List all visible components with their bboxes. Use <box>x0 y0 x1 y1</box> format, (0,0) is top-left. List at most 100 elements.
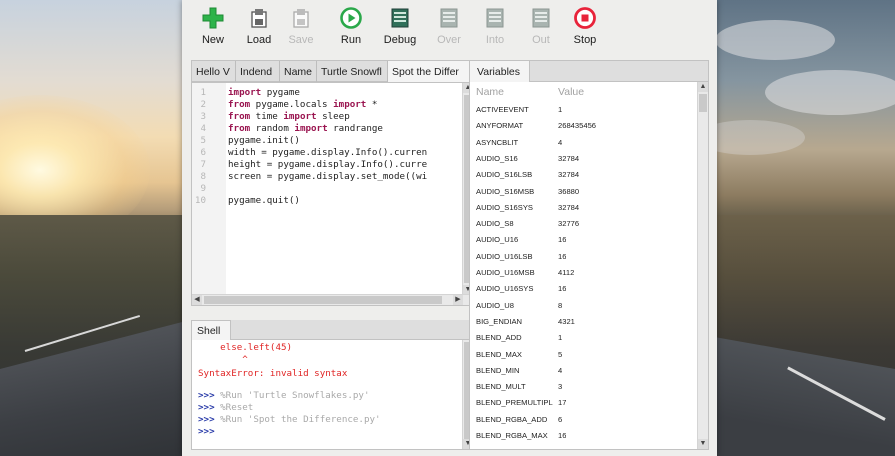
variable-row[interactable]: BIG_ENDIAN 4321 <box>470 314 700 330</box>
variable-row[interactable]: BLEND_PREMULTIPL 17 <box>470 395 700 411</box>
shell-command: %Run 'Spot the Difference.py' <box>214 414 381 425</box>
column-header-value[interactable]: Value <box>558 82 584 102</box>
variable-row[interactable]: BLEND_RGBA_MAX 16 <box>470 428 700 444</box>
load-icon <box>251 9 267 28</box>
variable-row[interactable]: AUDIO_S16MSB 36880 <box>470 184 700 200</box>
shell-error-message: SyntaxError: invalid syntax <box>198 368 348 379</box>
variable-value: 32784 <box>558 170 580 180</box>
variable-name: AUDIO_U16SYS <box>476 284 534 294</box>
editor-horizontal-scrollbar[interactable]: ◀ ▶ <box>192 294 473 305</box>
variable-row[interactable]: BLEND_ADD 1 <box>470 330 700 346</box>
variable-row[interactable]: AUDIO_U16 16 <box>470 232 700 248</box>
step-over-button[interactable]: Over <box>426 7 472 46</box>
tab-spot-the-difference[interactable]: Spot the Differ <box>388 61 474 82</box>
code-line: 3 from time import sleep <box>192 111 432 123</box>
scroll-right-arrow-icon[interactable]: ▶ <box>453 295 463 305</box>
save-button[interactable]: Save <box>278 7 324 46</box>
variable-row[interactable]: ASYNCBLIT 4 <box>470 135 700 151</box>
step-out-label: Out <box>532 34 550 46</box>
variable-row[interactable]: BLEND_MIN 4 <box>470 363 700 379</box>
variable-value: 16 <box>558 251 567 261</box>
variable-row[interactable]: BLEND_MAX 5 <box>470 347 700 363</box>
variable-value: 32776 <box>558 219 580 229</box>
variable-name: BLEND_ADD <box>476 333 522 343</box>
variable-value: 6 <box>558 414 563 424</box>
variable-row[interactable]: AUDIO_U8 8 <box>470 298 700 314</box>
code-line: 5 pygame.init() <box>192 135 432 147</box>
variable-row[interactable]: BLEND_MULT 3 <box>470 379 700 395</box>
variable-name: BLEND_RGBA_MAX <box>476 431 548 440</box>
code-text: pygame.locals <box>250 99 334 110</box>
variable-name: AUDIO_U16MSB <box>476 268 535 277</box>
variable-row[interactable]: AUDIO_S16SYS 32784 <box>470 200 700 216</box>
variable-row[interactable]: ACTIVEEVENT 1 <box>470 102 700 118</box>
variable-row[interactable]: AUDIO_U16MSB 4112 <box>470 265 700 281</box>
variable-name: AUDIO_S16LSB <box>476 170 533 180</box>
tab-indend[interactable]: Indend <box>236 61 280 82</box>
keyword: import <box>294 123 328 134</box>
scroll-down-arrow-icon[interactable]: ▼ <box>698 439 708 449</box>
variable-value: 4112 <box>558 268 575 277</box>
variable-name: BLEND_MULT <box>476 382 526 392</box>
load-button[interactable]: Load <box>236 7 282 46</box>
tab-name[interactable]: Name <box>280 61 317 82</box>
variable-name: AUDIO_S16MSB <box>476 186 535 196</box>
variable-row[interactable]: AUDIO_S16LSB 32784 <box>470 167 700 183</box>
variable-value: 32784 <box>558 202 580 212</box>
scroll-thumb[interactable] <box>699 94 707 112</box>
code-text: pygame.quit() <box>228 195 300 206</box>
variable-name: AUDIO_U16 <box>476 235 519 245</box>
step-into-button[interactable]: Into <box>472 7 518 46</box>
variable-name: AUDIO_S8 <box>476 219 514 229</box>
save-icon <box>293 9 309 28</box>
variable-row[interactable]: BLEND_RGBA_ADD 6 <box>470 412 700 428</box>
variable-row[interactable]: AUDIO_U16LSB 16 <box>470 249 700 265</box>
scroll-up-arrow-icon[interactable]: ▲ <box>698 82 708 92</box>
thonny-window: New Load Save Run Debug Over Into Out St… <box>182 0 717 456</box>
keyword: import <box>333 99 367 110</box>
keyword: import <box>283 111 317 122</box>
variable-name: BLEND_RGBA_ADD <box>476 414 548 424</box>
line-number: 5 <box>200 135 206 146</box>
editor-tab-bar: Hello V Indend Name Turtle Snowfl Spot t… <box>191 60 474 82</box>
tab-shell[interactable]: Shell <box>191 320 231 340</box>
variables-vertical-scrollbar[interactable]: ▲ ▼ <box>697 82 708 449</box>
variables-table[interactable]: Name Value ACTIVEEVENT 1 ANYFORMAT 26843545… <box>469 82 709 450</box>
code-line: 1 import pygame <box>192 87 432 99</box>
keyword: import <box>228 87 262 98</box>
variable-row[interactable]: AUDIO_S8 32776 <box>470 216 700 232</box>
toolbar: New Load Save Run Debug Over Into Out St… <box>182 0 717 56</box>
tab-hello[interactable]: Hello V <box>192 61 236 82</box>
variable-name: AUDIO_S16 <box>476 153 518 163</box>
code-text: width = pygame.display.Info().curren <box>228 147 428 158</box>
variable-row[interactable]: AUDIO_U16SYS 16 <box>470 281 700 297</box>
shell-command: %Reset <box>214 402 254 413</box>
run-button[interactable]: Run <box>328 7 374 46</box>
variable-value: 1 <box>558 333 563 343</box>
code-text: height = pygame.display.Info().curre <box>228 159 428 170</box>
variable-value: 16 <box>558 431 567 440</box>
scroll-left-arrow-icon[interactable]: ◀ <box>192 295 202 305</box>
variable-value: 3 <box>558 382 563 392</box>
shell-prompt: >>> <box>198 402 215 413</box>
code-editor[interactable]: 1 import pygame 2 from pygame.locals impor… <box>191 82 474 306</box>
new-button[interactable]: New <box>190 7 236 46</box>
shell-error-caret: ^ <box>198 354 248 365</box>
variable-value: 5 <box>558 349 563 359</box>
variable-value: 4 <box>558 365 563 375</box>
variable-value: 32784 <box>558 153 580 163</box>
column-header-name[interactable]: Name <box>476 82 504 102</box>
shell-panel: Shell else.left(45) ^ SyntaxError: inval… <box>191 320 474 450</box>
variable-row[interactable]: AUDIO_S16 32784 <box>470 151 700 167</box>
scroll-thumb[interactable] <box>204 296 442 304</box>
debug-button[interactable]: Debug <box>377 7 423 46</box>
step-out-button[interactable]: Out <box>518 7 564 46</box>
tab-variables[interactable]: Variables <box>470 61 530 83</box>
variable-row[interactable]: ANYFORMAT 268435456 <box>470 118 700 134</box>
tab-turtle-snowflakes[interactable]: Turtle Snowfl <box>317 61 388 82</box>
stop-button[interactable]: Stop <box>562 7 608 46</box>
code-line: 2 from pygame.locals import * <box>192 99 432 111</box>
step-into-label: Into <box>485 34 505 46</box>
shell-console[interactable]: else.left(45) ^ SyntaxError: invalid syn… <box>191 340 474 450</box>
variable-name: AUDIO_U8 <box>476 300 514 310</box>
